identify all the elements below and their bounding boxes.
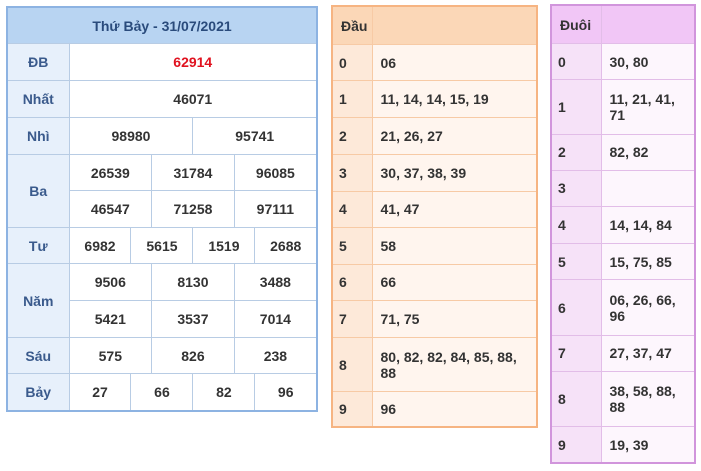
dau-table: Đầu 0 06 1 11, 14, 14, 15, 19 2 21, 26, 27 … bbox=[331, 5, 538, 428]
prize-number-ba: 71258 bbox=[151, 190, 235, 228]
prize-number-tu: 2688 bbox=[254, 227, 318, 264]
dau-key: 7 bbox=[331, 299, 373, 339]
dau-value: 11, 14, 14, 15, 19 bbox=[371, 80, 538, 119]
dau-key: 9 bbox=[331, 391, 373, 428]
prize-number-bay: 82 bbox=[192, 373, 256, 411]
prize-number-bay: 66 bbox=[130, 373, 194, 411]
duoi-key: 6 bbox=[550, 279, 602, 336]
dau-value: 06 bbox=[371, 44, 538, 82]
prize-number-bay: 27 bbox=[68, 373, 132, 411]
dau-value: 21, 26, 27 bbox=[371, 117, 538, 155]
prize-number-ba: 31784 bbox=[151, 154, 235, 191]
dau-value: 41, 47 bbox=[371, 190, 538, 228]
dau-value: 30, 37, 38, 39 bbox=[371, 153, 538, 192]
duoi-value: 11, 21, 41, 71 bbox=[600, 79, 696, 135]
duoi-key: 8 bbox=[550, 370, 602, 428]
duoi-value: 15, 75, 85 bbox=[600, 243, 696, 281]
prize-label-nam: Năm bbox=[6, 263, 70, 338]
duoi-key: 9 bbox=[550, 426, 602, 464]
dau-value: 58 bbox=[371, 226, 538, 265]
prize-number-sau: 238 bbox=[233, 337, 318, 374]
prize-label-bay: Bảy bbox=[6, 373, 70, 411]
duoi-key: 1 bbox=[550, 79, 602, 135]
duoi-table: Đuôi 0 30, 80 1 11, 21, 41, 71 2 82, 82 3 4… bbox=[550, 4, 696, 464]
prize-label-db: ĐB bbox=[6, 43, 70, 81]
prize-number-ba: 46547 bbox=[68, 190, 153, 228]
duoi-key: 7 bbox=[550, 334, 602, 372]
duoi-value: 30, 80 bbox=[600, 43, 696, 81]
dau-key: 1 bbox=[331, 80, 373, 119]
prize-number-ba: 97111 bbox=[233, 190, 318, 228]
dau-value: 66 bbox=[371, 263, 538, 302]
duoi-key: 5 bbox=[550, 243, 602, 281]
dau-key: 3 bbox=[331, 153, 373, 192]
prize-label-sau: Sáu bbox=[6, 337, 70, 374]
duoi-value: 14, 14, 84 bbox=[600, 206, 696, 245]
duoi-key: 2 bbox=[550, 133, 602, 171]
duoi-value: 06, 26, 66, 96 bbox=[600, 279, 696, 336]
dau-key: 0 bbox=[331, 44, 373, 82]
prize-number-sau: 826 bbox=[151, 337, 235, 374]
duoi-key: 0 bbox=[550, 43, 602, 81]
duoi-value: 27, 37, 47 bbox=[600, 334, 696, 372]
duoi-value bbox=[600, 169, 696, 208]
results-table: Thứ Bảy - 31/07/2021 ĐB 62914 Nhất 46071… bbox=[6, 6, 318, 412]
prize-number-nam: 9506 bbox=[68, 263, 153, 301]
prize-label-ba: Ba bbox=[6, 154, 70, 228]
duoi-key: 4 bbox=[550, 206, 602, 245]
results-title: Thứ Bảy - 31/07/2021 bbox=[6, 6, 318, 44]
prize-label-nhat: Nhất bbox=[6, 80, 70, 118]
prize-number-nam: 5421 bbox=[68, 300, 153, 338]
prize-label-tu: Tư bbox=[6, 227, 70, 264]
duoi-header: Đuôi bbox=[550, 4, 602, 45]
prize-number-nam: 3537 bbox=[151, 300, 235, 338]
prize-number-db: 62914 bbox=[68, 43, 318, 81]
prize-number-nam: 7014 bbox=[233, 300, 318, 338]
duoi-key: 3 bbox=[550, 169, 602, 208]
prize-number-sau: 575 bbox=[68, 337, 153, 374]
prize-number-nhi: 95741 bbox=[192, 117, 318, 155]
prize-label-nhi: Nhì bbox=[6, 117, 70, 155]
prize-number-nhat: 46071 bbox=[68, 80, 318, 118]
dau-value: 96 bbox=[371, 391, 538, 428]
prize-number-bay: 96 bbox=[254, 373, 318, 411]
duoi-header-blank bbox=[600, 4, 696, 45]
prize-number-tu: 6982 bbox=[68, 227, 132, 264]
dau-key: 2 bbox=[331, 117, 373, 155]
prize-number-nam: 8130 bbox=[151, 263, 235, 301]
prize-number-tu: 1519 bbox=[192, 227, 256, 264]
prize-number-nam: 3488 bbox=[233, 263, 318, 301]
prize-number-tu: 5615 bbox=[130, 227, 194, 264]
dau-value: 71, 75 bbox=[371, 299, 538, 339]
duoi-value: 38, 58, 88, 88 bbox=[600, 370, 696, 428]
prize-number-ba: 96085 bbox=[233, 154, 318, 191]
dau-key: 5 bbox=[331, 226, 373, 265]
dau-value: 80, 82, 82, 84, 85, 88, 88 bbox=[371, 337, 538, 393]
dau-header-blank bbox=[371, 5, 538, 46]
dau-key: 8 bbox=[331, 337, 373, 393]
duoi-value: 82, 82 bbox=[600, 133, 696, 171]
dau-key: 4 bbox=[331, 190, 373, 228]
dau-key: 6 bbox=[331, 263, 373, 302]
prize-number-ba: 26539 bbox=[68, 154, 153, 191]
duoi-value: 19, 39 bbox=[600, 426, 696, 464]
prize-number-nhi: 98980 bbox=[68, 117, 194, 155]
dau-header: Đầu bbox=[331, 5, 373, 46]
